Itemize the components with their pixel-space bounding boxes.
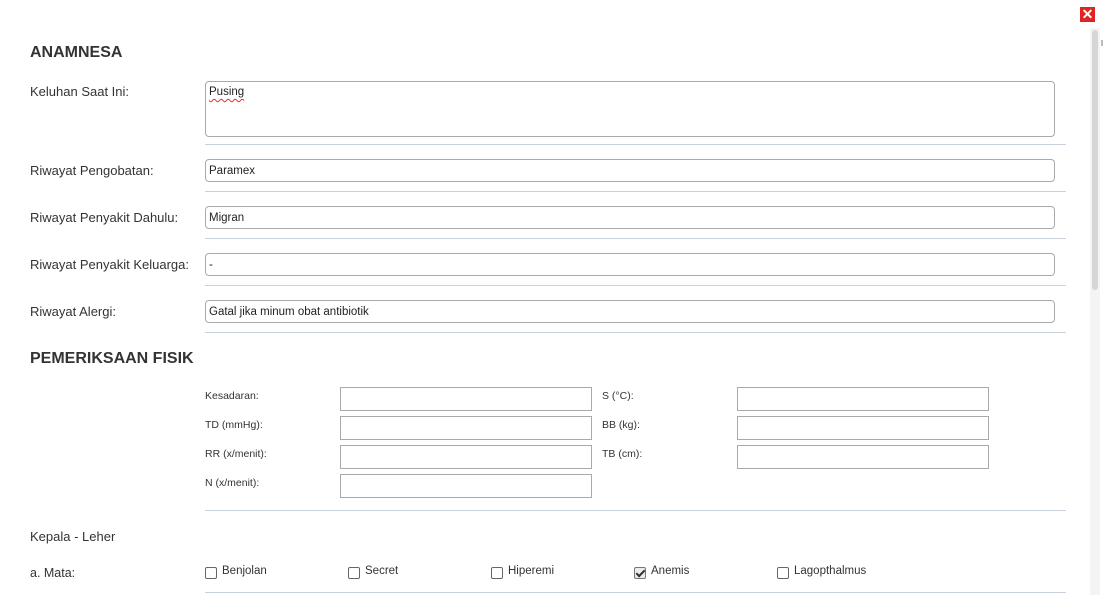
label-n: N (x/menit): [205,477,260,489]
close-button[interactable]: ✕ [1080,7,1095,22]
section-title-anamnesa: ANAMNESA [30,44,123,61]
divider [205,144,1066,145]
checkbox-label-secret[interactable]: Secret [365,565,398,577]
checkbox-benjolan[interactable] [205,567,217,579]
riwayat-pengobatan-input[interactable]: Paramex [205,159,1055,182]
divider [205,332,1066,333]
checkbox-anemis[interactable] [634,567,646,579]
label-riwayat-pengobatan: Riwayat Pengobatan: [30,163,154,178]
divider [205,510,1066,511]
close-icon: ✕ [1081,6,1094,22]
n-input[interactable] [340,474,592,498]
tb-input[interactable] [737,445,989,469]
checkbox-hiperemi[interactable] [491,567,503,579]
checkbox-lagopthalmus[interactable] [777,567,789,579]
riwayat-penyakit-dahulu-input[interactable]: Migran [205,206,1055,229]
label-keluhan: Keluhan Saat Ini: [30,84,130,99]
rr-input[interactable] [340,445,592,469]
scrollbar-thumb[interactable] [1092,30,1098,290]
checkbox-label-hiperemi[interactable]: Hiperemi [508,565,554,577]
subsection-title-kepala-leher: Kepala - Leher [30,529,116,544]
divider [205,592,1066,593]
label-riwayat-penyakit-dahulu: Riwayat Penyakit Dahulu: [30,210,179,225]
checkbox-label-lagopthalmus[interactable]: Lagopthalmus [794,565,866,577]
label-rr: RR (x/menit): [205,448,267,460]
label-td: TD (mmHg): [205,419,263,431]
label-bb: BB (kg): [602,419,640,431]
divider [205,285,1066,286]
label-mata: a. Mata: [30,566,76,580]
checkbox-label-benjolan[interactable]: Benjolan [222,565,267,577]
label-kesadaran: Kesadaran: [205,390,259,402]
label-riwayat-penyakit-keluarga: Riwayat Penyakit Keluarga: [30,257,189,272]
background-edge-mark [1101,40,1103,46]
label-suhu: S (°C): [602,390,634,402]
checkbox-label-anemis[interactable]: Anemis [651,565,689,577]
label-tb: TB (cm): [602,448,643,460]
divider [205,191,1066,192]
riwayat-alergi-input[interactable]: Gatal jika minum obat antibiotik [205,300,1055,323]
checkbox-secret[interactable] [348,567,360,579]
bb-input[interactable] [737,416,989,440]
keluhan-value: Pusing [209,86,245,98]
keluhan-textarea[interactable]: Pusing [205,81,1055,137]
kesadaran-input[interactable] [340,387,592,411]
td-input[interactable] [340,416,592,440]
suhu-input[interactable] [737,387,989,411]
label-riwayat-alergi: Riwayat Alergi: [30,304,116,319]
divider [205,238,1066,239]
riwayat-penyakit-keluarga-input[interactable]: - [205,253,1055,276]
section-title-pemeriksaan-fisik: PEMERIKSAAN FISIK [30,350,194,367]
